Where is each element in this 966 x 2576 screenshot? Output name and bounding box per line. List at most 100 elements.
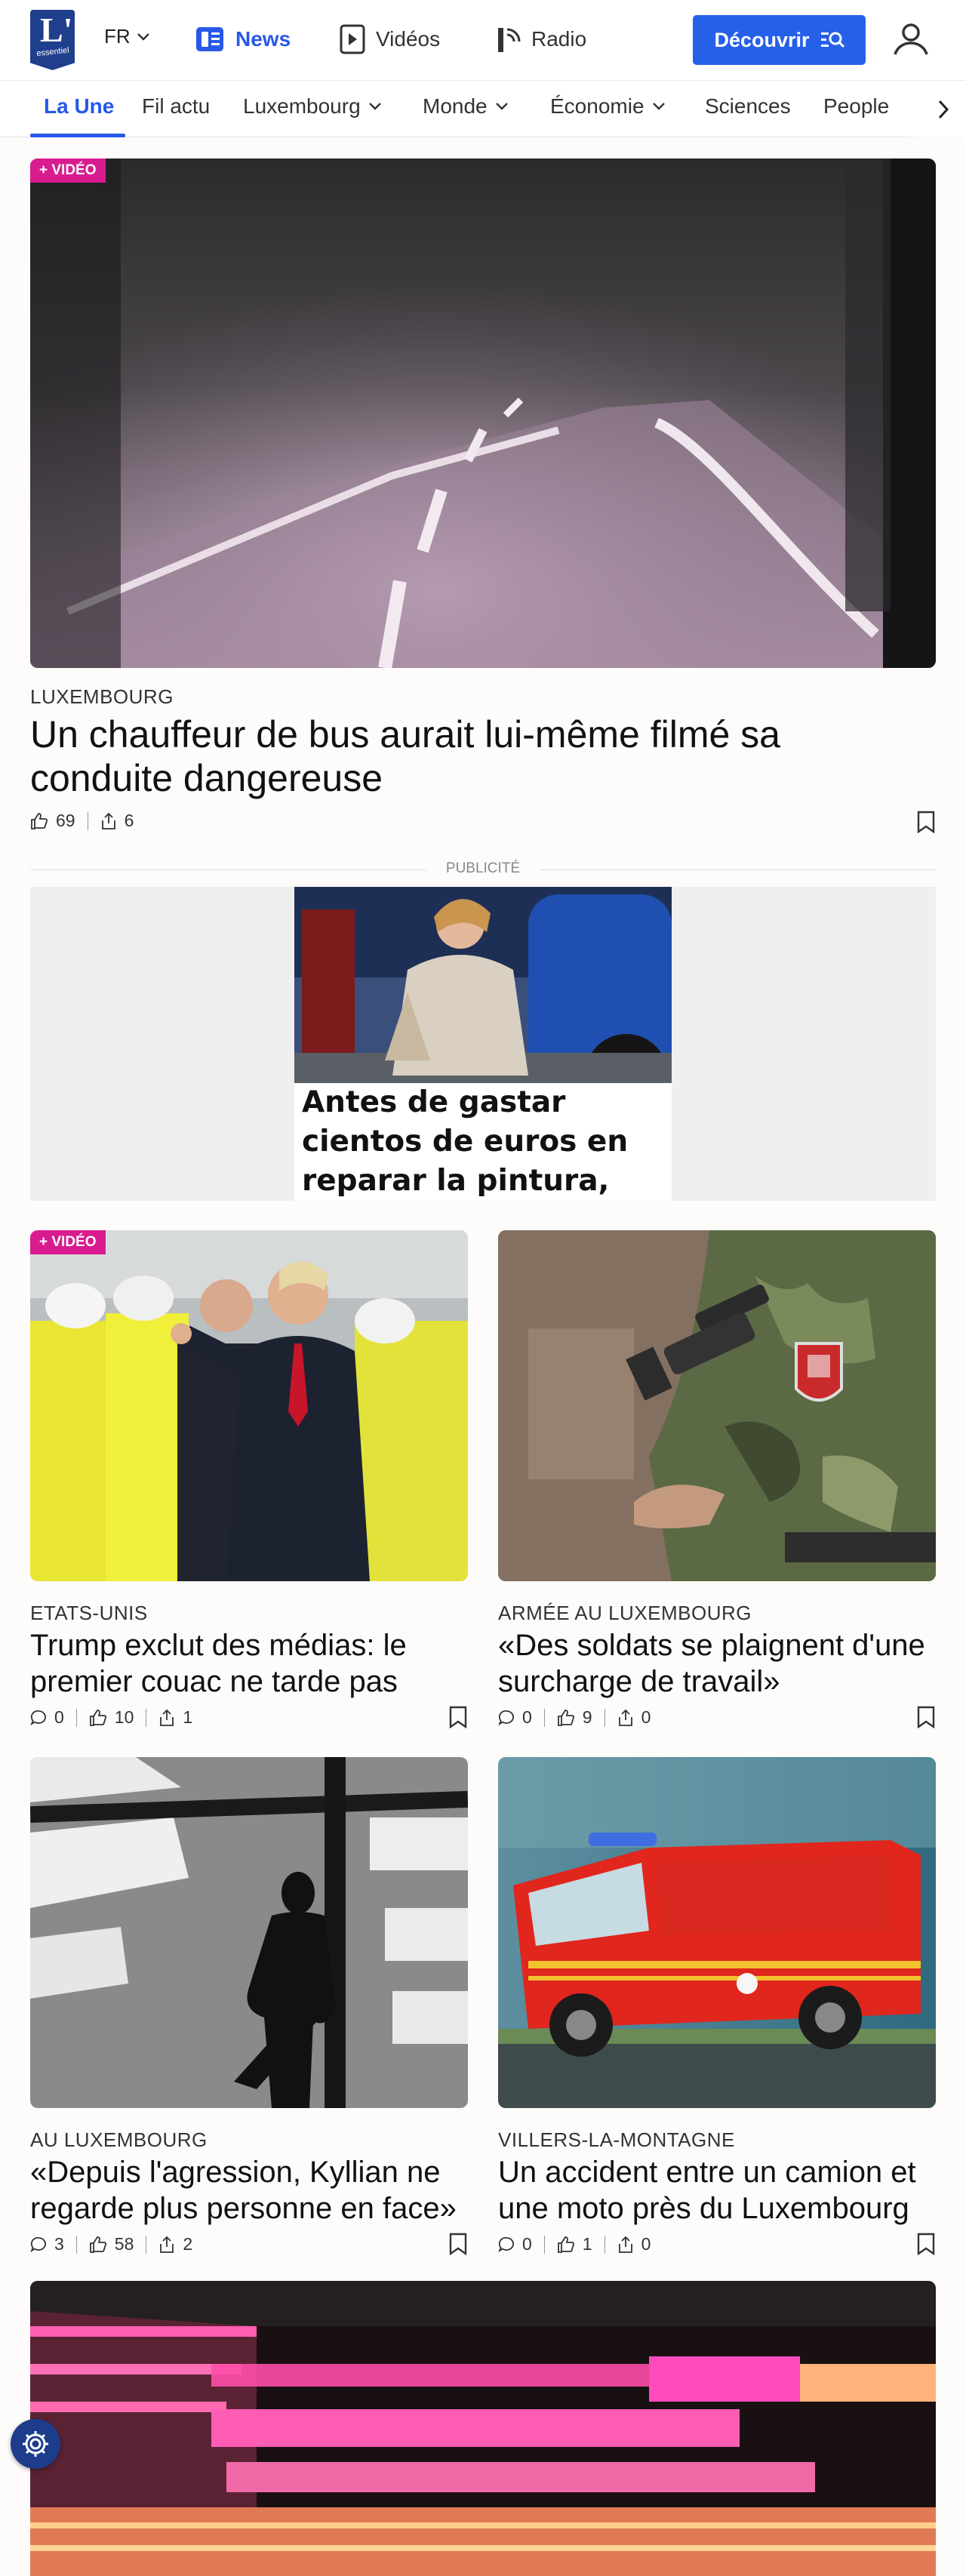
bookmark-icon[interactable] <box>448 1706 468 1728</box>
article-image[interactable] <box>30 2281 936 2576</box>
article-stats: 0 1 0 <box>498 2234 651 2254</box>
shares-count[interactable]: 2 <box>158 2234 192 2254</box>
likes-count[interactable]: 9 <box>557 1707 592 1728</box>
search-list-icon <box>820 32 844 48</box>
article-headline[interactable]: «Depuis l'agression, Kyllian ne regarde … <box>30 2154 483 2227</box>
divider <box>543 2235 545 2254</box>
shares-value: 2 <box>183 2234 193 2254</box>
chevron-down-icon <box>137 32 149 41</box>
article-image[interactable]: + VIDÉO <box>30 1230 468 1581</box>
article-kicker: AU LUXEMBOURG <box>30 2128 208 2151</box>
article-headline[interactable]: «Des soldats se plaignent d'une surcharg… <box>498 1627 936 1700</box>
tabs-scroll-right-button[interactable] <box>904 81 966 137</box>
hero-image[interactable]: + VIDÉO <box>30 158 936 668</box>
article-kicker: ETATS-UNIS <box>30 1602 148 1624</box>
nav-videos[interactable]: Vidéos <box>340 21 440 57</box>
shares-count[interactable]: 0 <box>617 2234 651 2254</box>
discover-button[interactable]: Découvrir <box>693 15 866 65</box>
tab-luxembourg[interactable]: Luxembourg <box>243 94 382 118</box>
trump-crowd-image <box>30 1230 468 1581</box>
divider <box>543 1708 545 1727</box>
article-kicker: VILLERS-LA-MONTAGNE <box>498 2128 735 2151</box>
divider <box>75 2235 77 2254</box>
likes-count[interactable]: 1 <box>557 2234 592 2254</box>
cookie-settings-button[interactable] <box>11 2419 60 2469</box>
article-stats: 0 10 1 <box>30 1707 192 1728</box>
user-account-icon[interactable] <box>891 20 931 60</box>
tab-fil-actu[interactable]: Fil actu <box>142 94 210 118</box>
thumbs-up-icon <box>557 1709 574 1726</box>
likes-count[interactable]: 10 <box>89 1707 134 1728</box>
comments-count[interactable]: 3 <box>30 2234 64 2254</box>
comment-icon <box>30 1710 46 1725</box>
ad-creative[interactable]: Antes de gastar cientos de euros en repa… <box>294 887 672 1201</box>
dashcam-road-image <box>30 158 936 668</box>
language-selector[interactable]: FR <box>104 25 150 48</box>
top-header: L' essentiel FR News Vidéos Radio Découv… <box>0 0 966 80</box>
comment-icon <box>498 1710 514 1725</box>
comments-value: 0 <box>522 1707 532 1727</box>
tab-la-une[interactable]: La Une <box>44 94 114 118</box>
article-image[interactable] <box>498 1757 936 2108</box>
tab-economie[interactable]: Économie <box>550 94 666 118</box>
likes-value: 1 <box>582 2234 592 2254</box>
radio-icon <box>498 28 521 52</box>
nav-videos-label: Vidéos <box>376 27 441 51</box>
likes-value: 58 <box>114 2234 134 2254</box>
tab-label: Fil actu <box>142 94 211 118</box>
tab-people[interactable]: People <box>823 94 889 118</box>
thumbs-up-icon <box>89 1709 106 1726</box>
chevron-down-icon <box>652 103 665 110</box>
chevron-down-icon <box>495 103 508 110</box>
shares-value: 1 <box>183 1707 193 1727</box>
logo-letter: L' <box>40 11 73 49</box>
bookmark-icon[interactable] <box>916 811 936 833</box>
discover-label: Découvrir <box>714 28 810 51</box>
likes-value: 69 <box>56 811 75 830</box>
hero-kicker: LUXEMBOURG <box>30 685 174 708</box>
play-icon <box>340 24 365 54</box>
gear-icon <box>23 2431 48 2457</box>
bookmark-icon[interactable] <box>916 2233 936 2255</box>
shares-value: 6 <box>124 811 134 830</box>
comments-count[interactable]: 0 <box>498 2234 532 2254</box>
tab-label: People <box>823 94 890 118</box>
video-badge: + VIDÉO <box>30 158 106 183</box>
tab-label: Sciences <box>705 94 791 118</box>
news-icon <box>196 27 223 51</box>
comment-icon <box>498 2236 514 2252</box>
chevron-right-icon <box>938 100 949 118</box>
hero-headline[interactable]: Un chauffeur de bus aurait lui-même film… <box>30 712 898 800</box>
shares-count[interactable]: 1 <box>158 1707 192 1728</box>
likes-count[interactable]: 58 <box>89 2234 134 2254</box>
comments-count[interactable]: 0 <box>30 1707 64 1728</box>
bookmark-icon[interactable] <box>916 1706 936 1728</box>
likes-value: 9 <box>582 1707 592 1727</box>
comments-value: 0 <box>522 2234 532 2254</box>
thumbs-up-icon <box>89 2236 106 2253</box>
shares-count[interactable]: 6 <box>100 811 134 831</box>
ad-image <box>294 887 672 1117</box>
article-kicker: ARMÉE AU LUXEMBOURG <box>498 1602 752 1624</box>
likes-count[interactable]: 69 <box>30 811 75 831</box>
site-logo[interactable]: L' essentiel <box>30 10 75 70</box>
fire-truck-image <box>498 1757 936 2108</box>
comments-count[interactable]: 0 <box>498 1707 532 1728</box>
thumbs-up-icon <box>31 812 48 829</box>
article-image[interactable] <box>498 1230 936 1581</box>
building-lights-image <box>30 2281 936 2576</box>
tab-monde[interactable]: Monde <box>423 94 509 118</box>
tab-label: Luxembourg <box>243 94 361 118</box>
shares-count[interactable]: 0 <box>617 1707 651 1728</box>
nav-news-label: News <box>235 27 291 51</box>
nav-radio[interactable]: Radio <box>495 21 586 57</box>
tab-sciences[interactable]: Sciences <box>705 94 791 118</box>
article-headline[interactable]: Trump exclut des médias: le premier coua… <box>30 1627 468 1700</box>
bookmark-icon[interactable] <box>448 2233 468 2255</box>
likes-value: 10 <box>114 1707 134 1727</box>
comments-value: 3 <box>54 2234 64 2254</box>
nav-news[interactable]: News <box>195 21 291 57</box>
active-tab-indicator <box>30 134 125 137</box>
article-image[interactable] <box>30 1757 468 2108</box>
article-headline[interactable]: Un accident entre un camion et une moto … <box>498 2154 936 2227</box>
